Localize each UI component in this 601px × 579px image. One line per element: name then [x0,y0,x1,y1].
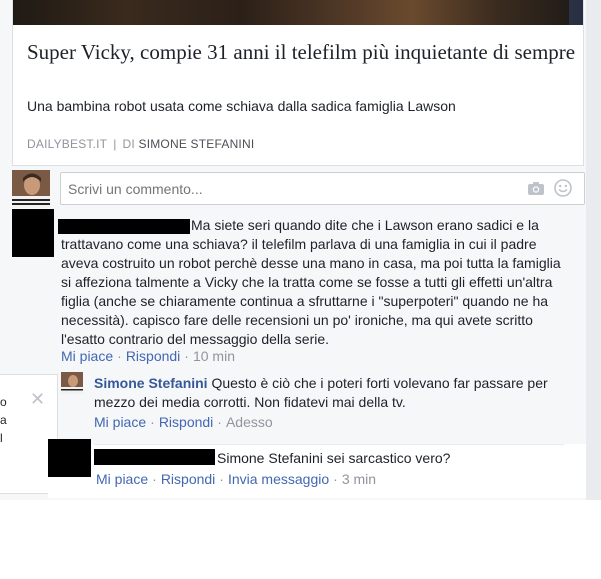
redacted-author-name [58,219,190,234]
reply-text-line: mezzo dei media corrotti. Non fidatevi m… [94,394,406,410]
page-edge [586,0,601,500]
like-link[interactable]: Mi piace [96,471,148,487]
popup-text-fragment: o [0,395,7,409]
reply-text: Simone Stefanini sei sarcastico vero? [217,450,451,466]
link-preview-card[interactable]: Super Vicky, compie 31 anni il telefilm … [12,0,584,166]
comment-text-line: l'esatto contrario del messaggio della s… [61,331,330,347]
redacted-avatar [48,439,91,477]
divider [94,444,564,445]
reply-author-avatar[interactable] [61,372,83,394]
reply-actions: Mi piace · Rispondi · Invia messaggio · 3 min [96,471,377,487]
source-separator: | [113,137,117,151]
comment-input[interactable] [68,181,488,197]
redacted-author-name [94,449,215,465]
camera-icon[interactable] [528,182,544,195]
reply-timestamp[interactable]: 3 min [342,471,376,487]
link-title[interactable]: Super Vicky, compie 31 anni il telefilm … [27,39,577,65]
comment-text-line: necessità). capisco fare delle recension… [61,312,533,328]
current-user-avatar[interactable] [12,170,50,208]
comment-composer[interactable] [60,172,585,205]
comment-text-line: trattavano come una schiava? il telefilm… [61,236,537,252]
reply-link[interactable]: Rispondi [161,471,215,487]
reply-author-name[interactable]: Simone Stefanini [94,375,208,391]
reply-actions: Mi piace · Rispondi · Adesso [94,414,273,430]
like-link[interactable]: Mi piace [61,348,113,364]
comment-timestamp[interactable]: 10 min [193,348,235,364]
like-link[interactable]: Mi piace [94,414,146,430]
reply-text: Questo è ciò che i poteri forti volevano… [211,375,548,391]
link-description: Una bambina robot usata come schiava dal… [27,98,456,114]
reply-text-line: Simone Stefanini Questo è ciò che i pote… [94,374,548,393]
redacted-avatar [12,209,54,257]
reply-link[interactable]: Rispondi [159,414,213,430]
comment-text-line: Ma siete seri quando dite che i Lawson e… [191,217,539,233]
comment-text-line: figlia (anche se chiaramente continua a … [61,293,549,309]
source-domain: DAILYBEST.IT [27,137,108,151]
link-preview-image[interactable] [13,0,583,25]
reply-link[interactable]: Rispondi [126,348,180,364]
smile-icon[interactable] [554,179,572,197]
link-source: DAILYBEST.IT | DI SIMONE STEFANINI [27,137,254,151]
reply-timestamp[interactable]: Adesso [226,414,273,430]
popup-text-fragment: l [0,431,3,445]
author-prefix: DI [122,137,135,151]
close-icon[interactable]: ✕ [30,389,45,410]
popup-text-fragment: a [0,413,7,427]
comment-actions: Mi piace · Rispondi · 10 min [61,348,235,364]
link-author[interactable]: SIMONE STEFANINI [138,137,254,151]
send-message-link[interactable]: Invia messaggio [228,471,329,487]
comment-text-line: si affeziona talmente a Vicky che la tra… [61,274,553,290]
comment-text-line: aveva costruito un robot perchè desse un… [61,255,561,271]
